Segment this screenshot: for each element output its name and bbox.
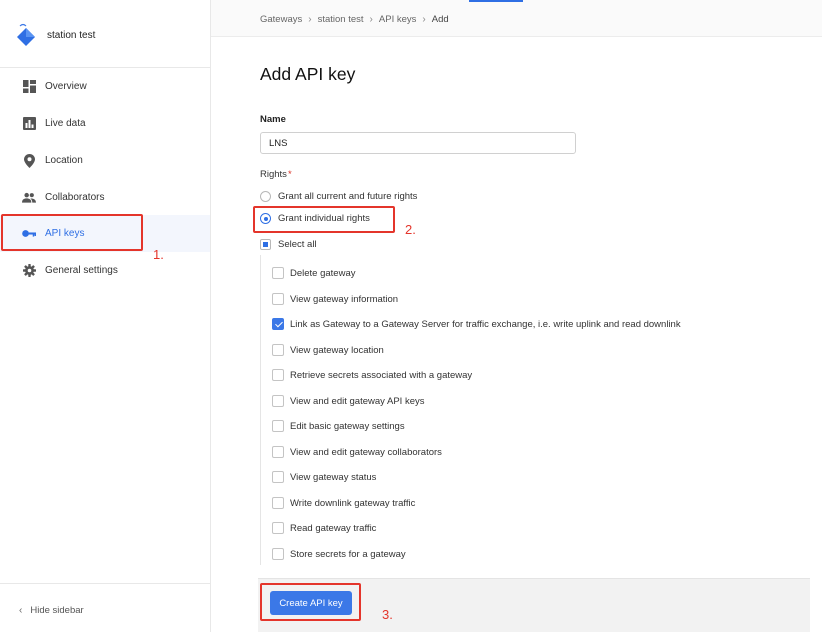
sidebar: station test Overview Live data Location… [0, 0, 211, 632]
select-all-checkbox[interactable]: Select all [260, 239, 317, 250]
annotation-number-1: 1. [153, 247, 164, 262]
checkbox[interactable] [272, 369, 284, 381]
sidebar-footer: ‹ Hide sidebar [0, 583, 210, 632]
sidebar-item-location[interactable]: Location [0, 142, 210, 179]
breadcrumb-bar: Gateways › station test › API keys › Add [211, 0, 822, 37]
rights-group-line [260, 255, 261, 565]
progress-accent [469, 0, 523, 2]
checkbox[interactable] [272, 293, 284, 305]
radio-grant-all-label: Grant all current and future rights [278, 191, 418, 202]
breadcrumb-add: Add [431, 14, 449, 25]
right-store-secrets[interactable]: Store secrets for a gateway [272, 548, 406, 560]
bar-chart-icon [22, 117, 36, 131]
hide-sidebar-label: Hide sidebar [30, 605, 84, 616]
checkbox[interactable] [272, 446, 284, 458]
right-label: View gateway status [290, 471, 377, 483]
chevron-left-icon: ‹ [19, 605, 23, 616]
sidebar-item-label: Live data [45, 118, 86, 129]
rights-label-text: Rights [260, 169, 287, 180]
page-title: Add API key [260, 64, 356, 84]
right-label: Read gateway traffic [290, 522, 377, 534]
right-view-edit-api-keys[interactable]: View and edit gateway API keys [272, 395, 425, 407]
gateway-diamond-icon [17, 23, 35, 46]
required-mark: * [287, 169, 292, 180]
right-label: View and edit gateway API keys [290, 395, 425, 407]
checkbox[interactable] [272, 522, 284, 534]
checkbox[interactable] [272, 497, 284, 509]
right-label: View and edit gateway collaborators [290, 446, 442, 458]
checkbox[interactable] [272, 267, 284, 279]
right-link-gateway-server[interactable]: Link as Gateway to a Gateway Server for … [272, 318, 681, 330]
right-write-downlink[interactable]: Write downlink gateway traffic [272, 497, 415, 509]
sidebar-item-label: Overview [45, 81, 87, 92]
checkbox[interactable] [272, 344, 284, 356]
sidebar-item-label: General settings [45, 265, 118, 276]
chevron-right-icon: › [422, 14, 426, 25]
radio-grant-individual-label: Grant individual rights [278, 213, 370, 224]
checkbox[interactable] [272, 548, 284, 560]
sidebar-item-api-keys[interactable]: API keys [0, 215, 210, 252]
right-delete-gateway[interactable]: Delete gateway [272, 267, 355, 279]
right-label: View gateway information [290, 293, 399, 305]
right-view-gateway-status[interactable]: View gateway status [272, 471, 376, 483]
right-label: View gateway location [290, 344, 384, 356]
key-icon [22, 227, 36, 241]
hide-sidebar-button[interactable]: ‹ Hide sidebar [19, 605, 84, 616]
right-label: Store secrets for a gateway [290, 548, 406, 560]
right-view-gateway-information[interactable]: View gateway information [272, 293, 398, 305]
sidebar-item-collaborators[interactable]: Collaborators [0, 179, 210, 216]
sidebar-brand[interactable]: station test [0, 0, 210, 68]
gear-icon [22, 264, 36, 278]
right-label: Edit basic gateway settings [290, 420, 405, 432]
people-icon [22, 191, 36, 205]
annotation-number-3: 3. [382, 607, 393, 622]
right-view-edit-collaborators[interactable]: View and edit gateway collaborators [272, 446, 442, 458]
rights-label: Rights* [260, 169, 292, 180]
right-edit-basic-settings[interactable]: Edit basic gateway settings [272, 420, 405, 432]
sidebar-item-label: Location [45, 155, 83, 166]
radio-button-selected[interactable] [260, 213, 271, 224]
right-read-traffic[interactable]: Read gateway traffic [272, 522, 376, 534]
checkbox[interactable] [272, 471, 284, 483]
checkbox[interactable] [272, 395, 284, 407]
select-all-label: Select all [278, 239, 317, 250]
gateway-name: station test [47, 30, 96, 41]
sidebar-item-general-settings[interactable]: General settings [0, 252, 210, 289]
breadcrumb-gateways[interactable]: Gateways [260, 14, 302, 25]
annotation-number-2: 2. [405, 222, 416, 237]
breadcrumb: Gateways › station test › API keys › Add [260, 14, 449, 25]
right-label: Retrieve secrets associated with a gatew… [290, 369, 473, 381]
indeterminate-checkbox[interactable] [260, 239, 271, 250]
right-retrieve-secrets[interactable]: Retrieve secrets associated with a gatew… [272, 369, 472, 381]
name-label: Name [260, 114, 286, 125]
sidebar-item-label: API keys [45, 228, 85, 239]
radio-grant-individual[interactable]: Grant individual rights [260, 213, 370, 224]
chevron-right-icon: › [369, 14, 373, 25]
radio-button[interactable] [260, 191, 271, 202]
chevron-right-icon: › [308, 14, 312, 25]
checkbox-checked[interactable] [272, 318, 284, 330]
sidebar-item-live-data[interactable]: Live data [0, 105, 210, 142]
right-view-gateway-location[interactable]: View gateway location [272, 344, 384, 356]
breadcrumb-gateway[interactable]: station test [318, 14, 364, 25]
breadcrumb-api-keys[interactable]: API keys [379, 14, 417, 25]
right-label: Write downlink gateway traffic [290, 497, 416, 509]
right-label: Delete gateway [290, 267, 356, 279]
right-label: Link as Gateway to a Gateway Server for … [290, 318, 681, 330]
name-input[interactable] [260, 132, 576, 154]
radio-grant-all[interactable]: Grant all current and future rights [260, 191, 417, 202]
create-api-key-button[interactable]: Create API key [270, 591, 352, 615]
sidebar-item-overview[interactable]: Overview [0, 68, 210, 105]
checkbox[interactable] [272, 420, 284, 432]
sidebar-item-label: Collaborators [45, 192, 105, 203]
dashboard-icon [22, 80, 36, 94]
location-pin-icon [22, 153, 36, 168]
